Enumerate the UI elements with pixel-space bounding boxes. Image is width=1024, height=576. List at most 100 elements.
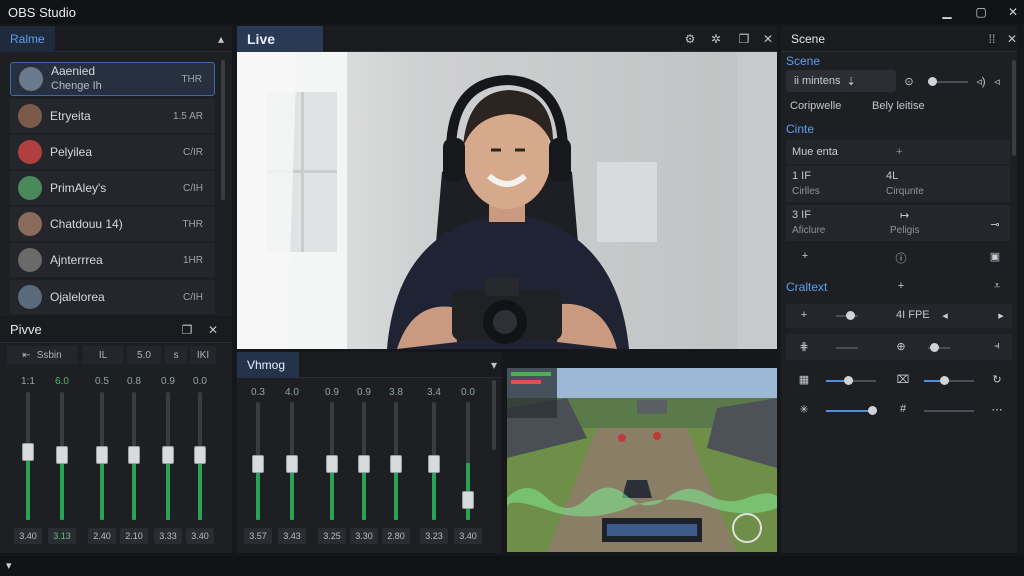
fader-handle[interactable] <box>358 455 370 473</box>
grid-small-icon[interactable]: ⋕ <box>797 340 811 353</box>
fader-handle[interactable] <box>326 455 338 473</box>
list-item[interactable]: Pelyilea C/IR <box>10 135 215 169</box>
speaker-icon[interactable]: ◃ <box>990 75 1004 88</box>
fader-handle[interactable] <box>428 455 440 473</box>
channel-label: 0.3 <box>251 387 265 398</box>
control-slider-3-handle[interactable] <box>930 343 939 352</box>
list-item[interactable]: Aaenied Chenge Ih THR <box>10 62 215 96</box>
tab-ralme[interactable]: Ralme <box>0 25 55 52</box>
maximize-icon[interactable]: ▢ <box>964 0 998 24</box>
mixer-control-5[interactable]: IKI <box>190 346 216 364</box>
channel-value[interactable]: 3.25 <box>318 528 346 544</box>
fader-handle[interactable] <box>252 455 264 473</box>
channel-value[interactable]: 3.40 <box>454 528 482 544</box>
channel-value[interactable]: 3.13 <box>48 528 76 544</box>
plus-icon[interactable]: + <box>797 309 811 321</box>
scene-section-title: Scene <box>786 54 821 68</box>
fader-handle[interactable] <box>162 446 174 464</box>
right-panel-scrollbar[interactable] <box>1012 60 1016 156</box>
control-slider-7-track[interactable] <box>924 410 974 412</box>
play-icon[interactable]: ▸ <box>994 309 1008 322</box>
fader-handle[interactable] <box>128 446 140 464</box>
channel-value[interactable]: 3.33 <box>154 528 182 544</box>
info-icon[interactable]: ⓘ <box>894 250 908 266</box>
more-icon[interactable]: ⋯ <box>990 403 1004 416</box>
fader-handle[interactable] <box>194 446 206 464</box>
collapse-icon[interactable]: ▴ <box>210 26 232 52</box>
link-icon[interactable]: ⊸ <box>988 218 1002 231</box>
source-row[interactable]: Mue enta + <box>786 140 1010 164</box>
channel-value[interactable]: 2.10 <box>120 528 148 544</box>
left-mixer-header: Pivve ❐ ✕ <box>0 317 232 343</box>
scene-input[interactable]: ii mintens ⇣ <box>786 70 896 92</box>
center-mixer-scrollbar[interactable] <box>492 380 496 450</box>
sparkle-icon[interactable]: ✳ <box>797 403 811 416</box>
control-slider-6-handle[interactable] <box>868 406 877 415</box>
fader-handle[interactable] <box>96 446 108 464</box>
tab-pivve[interactable]: Pivve <box>0 317 52 343</box>
status-bar: ▾ <box>0 556 1024 576</box>
filter-icon[interactable]: ⩡ <box>990 280 1004 293</box>
channel-value[interactable]: 3.23 <box>420 528 448 544</box>
close-panel-icon[interactable]: ✕ <box>1001 26 1023 52</box>
channel-value[interactable]: 3.30 <box>350 528 378 544</box>
gear-icon[interactable]: ⚙ <box>679 26 701 52</box>
tab-scene[interactable]: Scene <box>781 26 835 52</box>
mixer-control-3[interactable]: 5.0 <box>127 346 161 364</box>
refresh-icon[interactable]: ↻ <box>990 373 1004 386</box>
fader-handle[interactable] <box>390 455 402 473</box>
add-source-icon[interactable]: + <box>798 250 812 262</box>
channel-value[interactable]: 3.40 <box>14 528 42 544</box>
crosshair-icon[interactable]: ⊕ <box>894 340 908 353</box>
add-control-icon[interactable]: + <box>894 280 908 292</box>
close-panel-icon[interactable]: ✕ <box>757 26 779 52</box>
fader-handle[interactable] <box>56 446 68 464</box>
split-icon[interactable]: ⫞ <box>990 340 1004 353</box>
channel-value[interactable]: 3.43 <box>278 528 306 544</box>
tab-vhmog[interactable]: Vhmog <box>237 351 299 378</box>
clock-icon[interactable]: ⊙ <box>902 75 916 88</box>
volume-slider-handle[interactable] <box>928 77 937 86</box>
speaker-small-icon[interactable]: ◂ <box>938 309 952 322</box>
list-item[interactable]: Chatdouu 14) THR <box>10 207 215 241</box>
mixer-control-2[interactable]: IL <box>83 346 123 364</box>
grid-item-3-bottom: Aficlure <box>792 225 826 236</box>
list-item-name: PrimAley's <box>50 181 106 196</box>
control-slider-4-handle[interactable] <box>844 376 853 385</box>
list-item[interactable]: Ajnterrrea 1HR <box>10 243 215 277</box>
channel-value[interactable]: 3.57 <box>244 528 272 544</box>
control-slider-2-track[interactable] <box>836 347 858 349</box>
chevron-down-icon[interactable]: ▾ <box>483 352 505 378</box>
settings-icon[interactable]: ✲ <box>705 26 727 52</box>
list-item[interactable]: Etryeita 1.5 AR <box>10 99 215 133</box>
mixer-control-1[interactable]: ⇤ Ssbin <box>7 346 77 364</box>
lock-icon[interactable]: ▣ <box>988 250 1002 263</box>
level-meter <box>60 462 64 520</box>
trash-icon[interactable]: ⌧ <box>896 373 910 386</box>
list-item[interactable]: PrimAley's C/IH <box>10 171 215 205</box>
hash-icon[interactable]: # <box>896 403 910 415</box>
close-panel-icon[interactable]: ✕ <box>202 317 224 343</box>
grid-icon[interactable]: ⁞⁞ <box>981 26 1003 52</box>
add-icon[interactable]: + <box>896 146 902 158</box>
layout-icon[interactable]: ▦ <box>797 373 811 386</box>
left-list-scrollbar[interactable] <box>221 60 225 200</box>
list-item[interactable]: Ojalelorea C/IH <box>10 280 215 314</box>
tab-live[interactable]: Live <box>237 25 323 52</box>
popout-icon[interactable]: ❐ <box>176 317 198 343</box>
close-icon[interactable]: ✕ <box>996 0 1024 24</box>
channel-label: 0.9 <box>325 387 339 398</box>
fader-handle[interactable] <box>286 455 298 473</box>
fader-handle[interactable] <box>22 443 34 461</box>
minimize-icon[interactable]: ▁ <box>930 0 964 24</box>
fader-handle[interactable] <box>462 491 474 509</box>
chevron-down-icon[interactable]: ▾ <box>6 559 12 572</box>
volume-icon[interactable]: ◃) <box>974 75 988 88</box>
channel-value[interactable]: 2.40 <box>88 528 116 544</box>
mixer-control-4[interactable]: s <box>165 346 187 364</box>
control-slider-1-handle[interactable] <box>846 311 855 320</box>
popout-icon[interactable]: ❐ <box>733 26 755 52</box>
channel-value[interactable]: 3.40 <box>186 528 214 544</box>
control-slider-5-handle[interactable] <box>940 376 949 385</box>
channel-value[interactable]: 2.80 <box>382 528 410 544</box>
